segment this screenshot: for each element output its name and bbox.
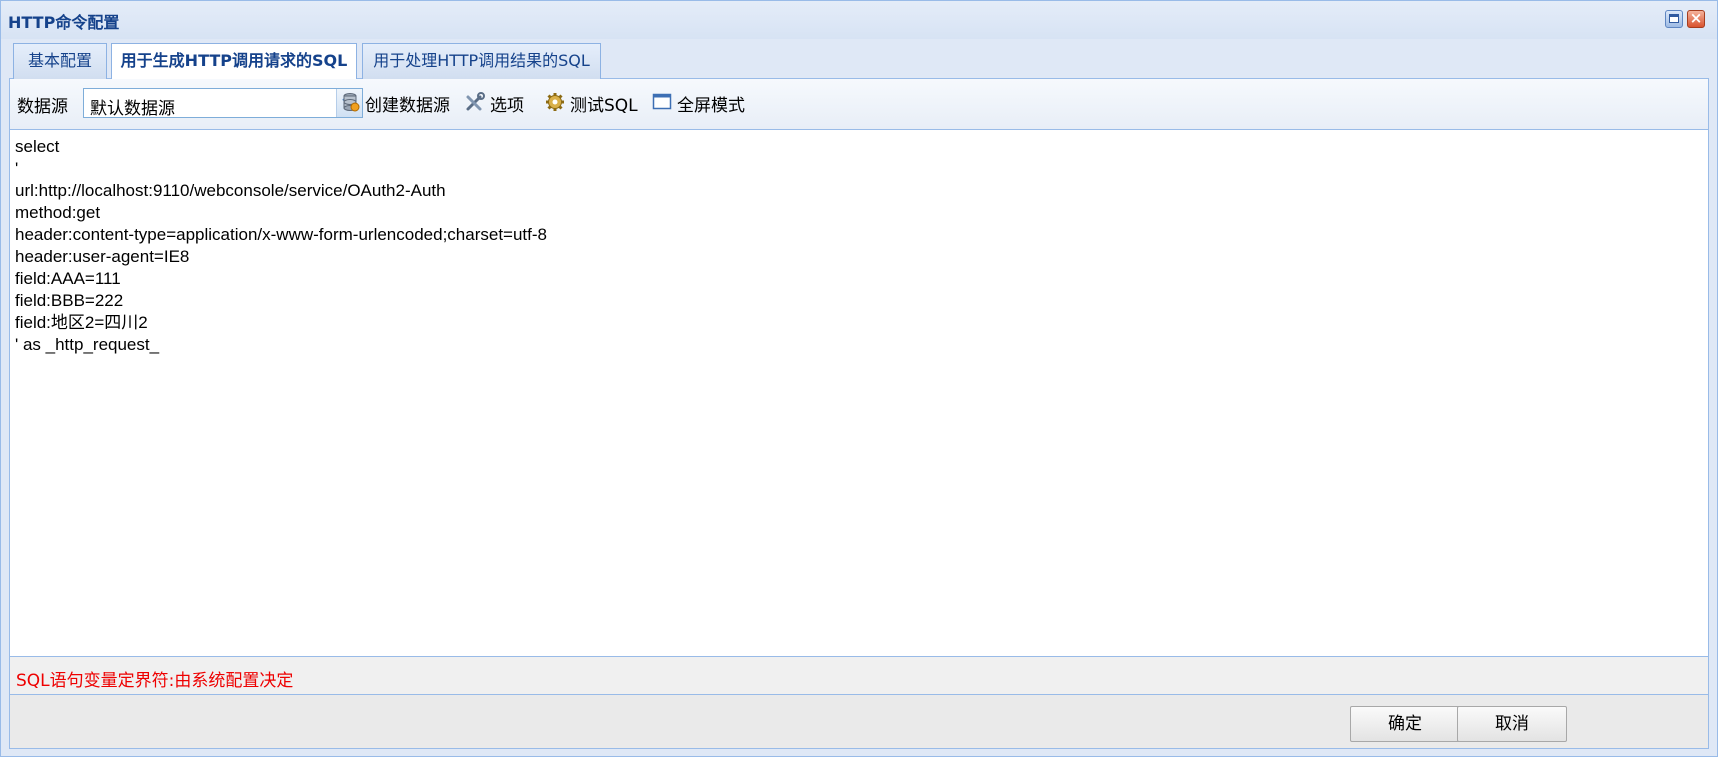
editor-line: field:地区2=四川2 bbox=[15, 313, 148, 332]
tab-request-sql[interactable]: 用于生成HTTP调用请求的SQL bbox=[111, 43, 357, 80]
options-button[interactable]: 选项 bbox=[465, 91, 524, 116]
tab-basic-config[interactable]: 基本配置 bbox=[13, 43, 107, 79]
dialog-title: HTTP命令配置 bbox=[8, 13, 120, 32]
fullscreen-label: 全屏模式 bbox=[677, 96, 745, 116]
options-label: 选项 bbox=[490, 96, 524, 116]
tools-icon bbox=[465, 91, 485, 112]
editor-line: field:AAA=111 bbox=[15, 269, 121, 288]
sql-toolbar: 数据源 默认数据源 创建数据源 选项 测试SQL 全屏模式 bbox=[9, 79, 1709, 130]
editor-line: field:BBB=222 bbox=[15, 291, 124, 310]
dialog-titlebar[interactable]: HTTP命令配置 × bbox=[1, 1, 1717, 39]
datasource-value: 默认数据源 bbox=[90, 99, 175, 119]
status-bar: SQL语句变量定界符:由系统配置决定 bbox=[9, 657, 1709, 695]
editor-line: header:content-type=application/x-www-fo… bbox=[15, 225, 547, 244]
dialog-footer: 确定 取消 bbox=[9, 695, 1709, 749]
close-icon[interactable]: × bbox=[1687, 10, 1705, 28]
test-sql-label: 测试SQL bbox=[570, 96, 638, 116]
maximize-icon[interactable] bbox=[1665, 10, 1683, 28]
create-datasource-label: 创建数据源 bbox=[365, 96, 450, 116]
fullscreen-button[interactable]: 全屏模式 bbox=[652, 91, 745, 116]
tab-result-sql[interactable]: 用于处理HTTP调用结果的SQL bbox=[362, 43, 601, 79]
create-datasource-button[interactable]: 创建数据源 bbox=[340, 91, 450, 116]
cancel-button[interactable]: 取消 bbox=[1457, 706, 1567, 742]
editor-line: select bbox=[15, 137, 60, 156]
ok-button[interactable]: 确定 bbox=[1350, 706, 1460, 742]
datasource-select[interactable]: 默认数据源 bbox=[83, 88, 363, 119]
tab-bar: 基本配置 用于生成HTTP调用请求的SQL 用于处理HTTP调用结果的SQL bbox=[9, 39, 1709, 80]
editor-line: method:get bbox=[15, 203, 101, 222]
editor-line: header:user-agent=IE8 bbox=[15, 247, 190, 266]
test-sql-button[interactable]: 测试SQL bbox=[545, 91, 638, 116]
gear-icon bbox=[545, 92, 565, 112]
editor-line: ' as _http_request_ bbox=[15, 335, 160, 354]
database-icon bbox=[340, 92, 360, 112]
editor-line: url:http://localhost:9110/webconsole/ser… bbox=[15, 181, 446, 200]
window-icon bbox=[652, 92, 672, 112]
delimiter-status-text: SQL语句变量定界符:由系统配置决定 bbox=[16, 671, 294, 691]
editor-line: ' bbox=[15, 159, 19, 178]
dialog-window: HTTP命令配置 × 基本配置 用于生成HTTP调用请求的SQL 用于处理HTT… bbox=[0, 0, 1718, 757]
datasource-label: 数据源 bbox=[17, 97, 68, 117]
sql-editor[interactable]: select ' url:http://localhost:9110/webco… bbox=[9, 130, 1709, 657]
